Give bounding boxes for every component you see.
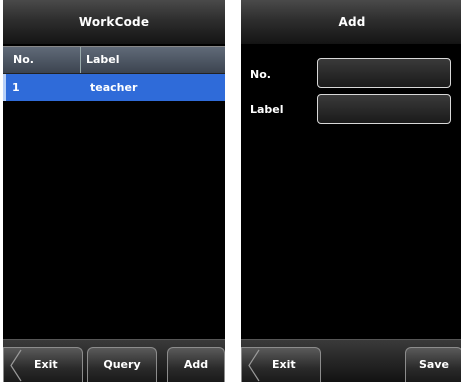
save-button[interactable]: Save: [405, 347, 461, 382]
column-header-label: Label: [86, 53, 120, 66]
add-button[interactable]: Add: [167, 347, 225, 382]
no-input[interactable]: [317, 58, 451, 88]
column-header-no: No.: [13, 53, 34, 66]
workcode-bottom-bar: Exit Query Add: [3, 339, 225, 382]
label-field-label: Label: [250, 103, 284, 116]
workcode-title: WorkCode: [3, 0, 225, 45]
add-title: Add: [241, 0, 461, 45]
row-label: teacher: [90, 81, 138, 94]
add-screen: Add No. Label Exit Save: [241, 0, 461, 382]
table-row[interactable]: 1 teacher: [3, 74, 225, 101]
no-field-label: No.: [250, 68, 271, 81]
table-header: No. Label: [3, 46, 225, 74]
label-input[interactable]: [317, 94, 451, 124]
query-button[interactable]: Query: [87, 347, 157, 382]
workcode-screen: WorkCode No. Label 1 teacher Exit Query …: [3, 0, 225, 382]
exit-button[interactable]: Exit: [3, 347, 83, 382]
exit-button[interactable]: Exit: [241, 347, 321, 382]
back-arrow-icon: [8, 348, 22, 382]
add-button-label: Add: [183, 358, 209, 371]
query-button-label: Query: [103, 358, 141, 371]
add-bottom-bar: Exit Save: [241, 339, 461, 382]
save-button-label: Save: [419, 358, 449, 371]
row-no: 1: [12, 81, 20, 94]
exit-button-label: Exit: [272, 358, 296, 371]
back-arrow-icon: [246, 348, 260, 382]
exit-button-label: Exit: [34, 358, 58, 371]
column-divider: [80, 47, 81, 73]
